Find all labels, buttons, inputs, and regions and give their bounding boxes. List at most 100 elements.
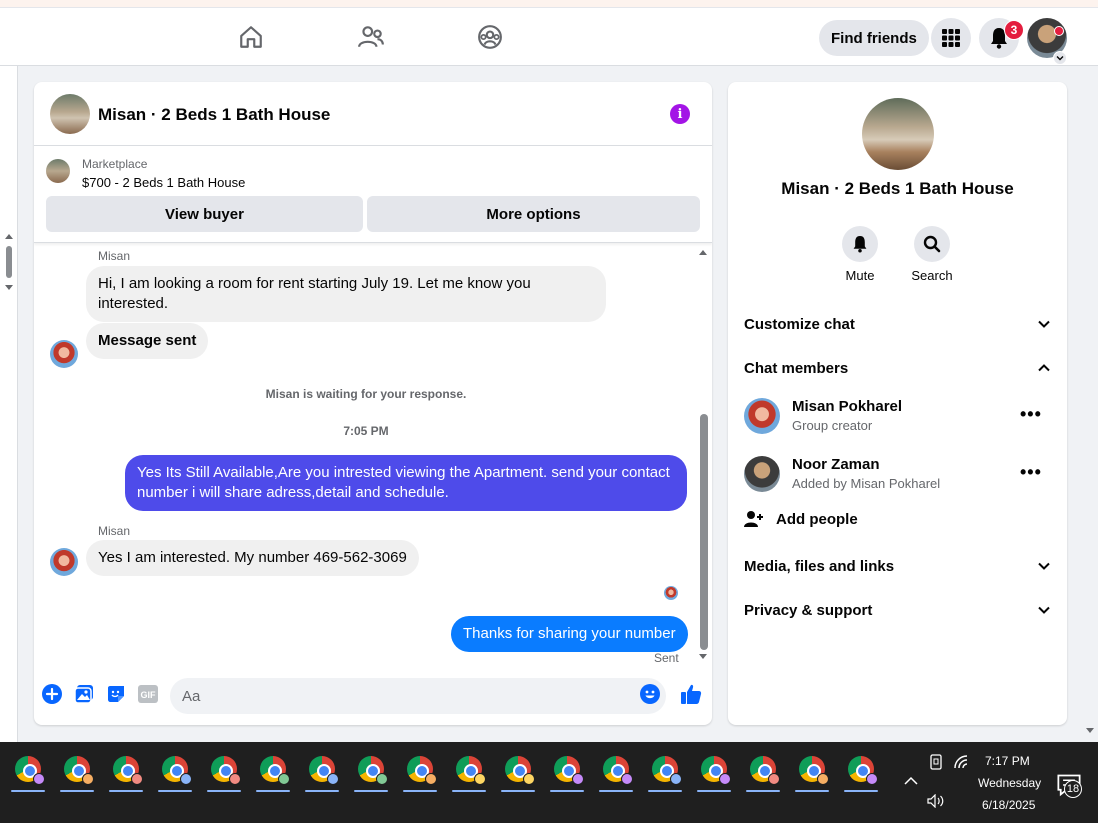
- message-bubble-incoming[interactable]: Yes I am interested. My number 469-562-3…: [86, 540, 419, 576]
- home-icon[interactable]: [236, 22, 266, 52]
- taskbar-chrome-window-17[interactable]: [791, 750, 833, 792]
- taskbar-chrome-window-7[interactable]: [301, 750, 343, 792]
- media-label: Media, files and links: [744, 557, 895, 575]
- account-chevron-down-icon[interactable]: [1053, 51, 1067, 65]
- message-input[interactable]: Aa: [170, 678, 666, 714]
- info-icon[interactable]: i: [670, 104, 690, 124]
- taskbar-chrome-window-18[interactable]: [840, 750, 882, 792]
- chrome-icon: [652, 756, 682, 785]
- friends-icon[interactable]: [356, 22, 386, 52]
- seen-receipt-avatar: [664, 586, 678, 600]
- taskbar-chrome-window-10[interactable]: [448, 750, 490, 792]
- emoji-icon[interactable]: [640, 684, 660, 704]
- member-role: Added by Misan Pokharel: [792, 476, 941, 491]
- taskbar-chrome-window-15[interactable]: [693, 750, 735, 792]
- taskbar-chrome-window-11[interactable]: [497, 750, 539, 792]
- member-row[interactable]: Misan Pokharel Group creator •••: [744, 398, 1051, 442]
- more-options-button[interactable]: More options: [367, 196, 700, 232]
- add-plus-icon[interactable]: [42, 684, 62, 704]
- sender-avatar[interactable]: [50, 340, 78, 368]
- message-bubble-incoming[interactable]: Message sent: [86, 323, 209, 359]
- customize-chat-section[interactable]: Customize chat: [744, 309, 1051, 339]
- taskbar-chrome-window-6[interactable]: [252, 750, 294, 792]
- taskbar-chrome-window-9[interactable]: [399, 750, 441, 792]
- mute-label: Mute: [845, 268, 875, 283]
- taskbar-chrome-window-1[interactable]: [7, 750, 49, 792]
- left-rail-scrollbar[interactable]: [0, 66, 18, 742]
- volume-icon[interactable]: [927, 794, 945, 808]
- taskbar-chrome-window-14[interactable]: [644, 750, 686, 792]
- privacy-support-section[interactable]: Privacy & support: [744, 595, 1051, 625]
- messages-scrollbar[interactable]: [696, 248, 710, 662]
- chrome-icon: [64, 756, 94, 785]
- more-options-icon[interactable]: •••: [1020, 462, 1042, 483]
- find-friends-button[interactable]: Find friends: [819, 20, 929, 56]
- sender-avatar[interactable]: [50, 548, 78, 576]
- gif-icon[interactable]: GIF: [138, 684, 158, 704]
- member-row[interactable]: Noor Zaman Added by Misan Pokharel •••: [744, 456, 1051, 500]
- show-hidden-icons-chevron-up-icon[interactable]: [904, 776, 918, 786]
- clock-date[interactable]: 6/18/2025: [982, 798, 1035, 812]
- listing-avatar-large[interactable]: [862, 98, 934, 170]
- message-bubble-outgoing[interactable]: Thanks for sharing your number: [451, 616, 688, 652]
- taskbar-chrome-window-3[interactable]: [105, 750, 147, 792]
- taskbar-chrome-window-12[interactable]: [546, 750, 588, 792]
- taskbar-chrome-window-4[interactable]: [154, 750, 196, 792]
- taskbar-chrome-window-16[interactable]: [742, 750, 784, 792]
- member-avatar[interactable]: [744, 456, 780, 492]
- more-options-icon[interactable]: •••: [1020, 404, 1042, 425]
- search-label: Search: [911, 268, 953, 283]
- scroll-up-arrow-icon[interactable]: [4, 232, 14, 240]
- chevron-down-icon: [1038, 562, 1050, 570]
- clock-time[interactable]: 7:17 PM: [985, 754, 1030, 768]
- listing-thumbnail[interactable]: [46, 159, 70, 183]
- device-icon[interactable]: [929, 754, 943, 770]
- privacy-label: Privacy & support: [744, 601, 873, 619]
- chat-members-section[interactable]: Chat members: [744, 353, 1051, 383]
- scroll-down-arrow-icon[interactable]: [698, 653, 708, 661]
- taskbar-chrome-window-2[interactable]: [56, 750, 98, 792]
- chat-window: Misan · 2 Beds 1 Bath House i Marketplac…: [34, 82, 712, 725]
- search-icon[interactable]: [914, 226, 950, 262]
- chrome-icon: [358, 756, 388, 785]
- chrome-icon: [407, 756, 437, 785]
- scroll-up-arrow-icon[interactable]: [698, 248, 708, 256]
- groups-icon[interactable]: [475, 22, 505, 52]
- chrome-icon: [554, 756, 584, 785]
- listing-title[interactable]: $700 - 2 Beds 1 Bath House: [82, 175, 245, 190]
- chrome-icon: [309, 756, 339, 785]
- chrome-icon: [603, 756, 633, 785]
- bell-icon[interactable]: [842, 226, 878, 262]
- chrome-icon: [750, 756, 780, 785]
- add-people-button[interactable]: Add people: [744, 510, 858, 528]
- taskbar-chrome-window-5[interactable]: [203, 750, 245, 792]
- scroll-down-arrow-icon[interactable]: [4, 284, 14, 292]
- left-rail-scroll-thumb[interactable]: [6, 246, 12, 278]
- message-bubble-incoming[interactable]: Hi, I am looking a room for rent startin…: [86, 266, 606, 322]
- chrome-icon: [15, 756, 45, 785]
- search-button[interactable]: Search: [897, 226, 967, 283]
- taskbar-chrome-window-13[interactable]: [595, 750, 637, 792]
- svg-text:GIF: GIF: [141, 690, 157, 700]
- member-name[interactable]: Misan Pokharel: [792, 398, 902, 415]
- messages-scroll-thumb[interactable]: [700, 414, 708, 650]
- windows-taskbar: 7:17 PM Wednesday 6/18/2025 18: [0, 742, 1098, 823]
- taskbar-chrome-window-8[interactable]: [350, 750, 392, 792]
- sticker-icon[interactable]: [106, 684, 126, 704]
- chat-avatar[interactable]: [50, 94, 90, 134]
- message-bubble-outgoing[interactable]: Yes Its Still Available,Are you intreste…: [125, 455, 687, 511]
- chrome-icon: [505, 756, 535, 785]
- media-files-links-section[interactable]: Media, files and links: [744, 551, 1051, 581]
- wifi-icon[interactable]: [953, 754, 969, 770]
- menu-grid-icon[interactable]: [931, 18, 971, 58]
- mute-button[interactable]: Mute: [825, 226, 895, 283]
- photo-icon[interactable]: [74, 684, 94, 704]
- page-scroll-down-arrow-icon[interactable]: [1083, 724, 1097, 738]
- view-buyer-button[interactable]: View buyer: [46, 196, 363, 232]
- member-avatar[interactable]: [744, 398, 780, 434]
- notification-count-badge: 18: [1064, 780, 1082, 798]
- clock-day[interactable]: Wednesday: [978, 776, 1041, 790]
- member-name[interactable]: Noor Zaman: [792, 456, 880, 473]
- thumbs-up-icon[interactable]: [680, 683, 702, 705]
- chat-title[interactable]: Misan · 2 Beds 1 Bath House: [98, 105, 330, 125]
